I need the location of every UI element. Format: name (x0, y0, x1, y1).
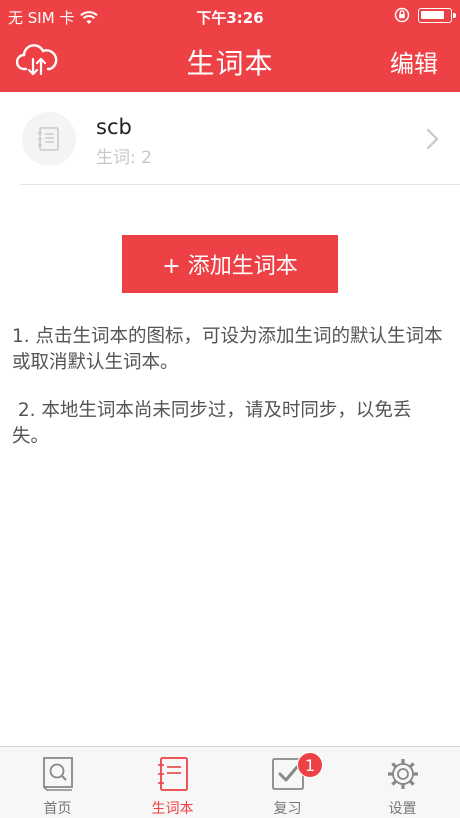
note-sync-warning: 2. 本地生词本尚未同步过，请及时同步，以免丢失。 (12, 400, 412, 447)
settings-gear-icon (388, 759, 418, 789)
tab-wordbook[interactable]: 生词本 (115, 747, 230, 818)
wordbook-row[interactable]: scb 生词: 2 (20, 93, 460, 185)
notebook-icon[interactable] (22, 112, 76, 166)
battery-fill (421, 10, 444, 19)
header: 无 SIM 卡 下午3:26 生词本 编辑 (0, 0, 460, 92)
wordbook-count: 生词: 2 (96, 148, 152, 168)
status-time: 下午3:26 (196, 9, 264, 27)
add-wordbook-button[interactable]: + 添加生词本 (122, 235, 338, 293)
note-default-wordbook: 1. 点击生词本的图标，可设为添加生词的默认生词本或取消默认生词本。 (12, 326, 443, 373)
tab-bar: 首页 生词本 1 复习 设置 (0, 746, 460, 818)
wordbook-name: scb (96, 115, 132, 139)
tab-label: 复习 (273, 801, 302, 817)
wordbook-icon (158, 757, 188, 791)
tab-review[interactable]: 1 复习 (230, 747, 345, 818)
edit-button[interactable]: 编辑 (390, 44, 438, 79)
tab-home[interactable]: 首页 (0, 747, 115, 818)
battery-icon (418, 7, 456, 23)
home-book-search-icon (43, 757, 73, 791)
status-bar: 无 SIM 卡 下午3:26 (0, 0, 460, 32)
tab-settings[interactable]: 设置 (345, 747, 460, 818)
status-right (394, 7, 456, 23)
tab-label: 生词本 (151, 801, 194, 817)
review-badge: 1 (297, 752, 323, 778)
rotation-lock-icon (394, 7, 410, 23)
tab-label: 首页 (43, 801, 72, 817)
chevron-right-icon (426, 128, 439, 150)
tab-label: 设置 (388, 801, 417, 817)
